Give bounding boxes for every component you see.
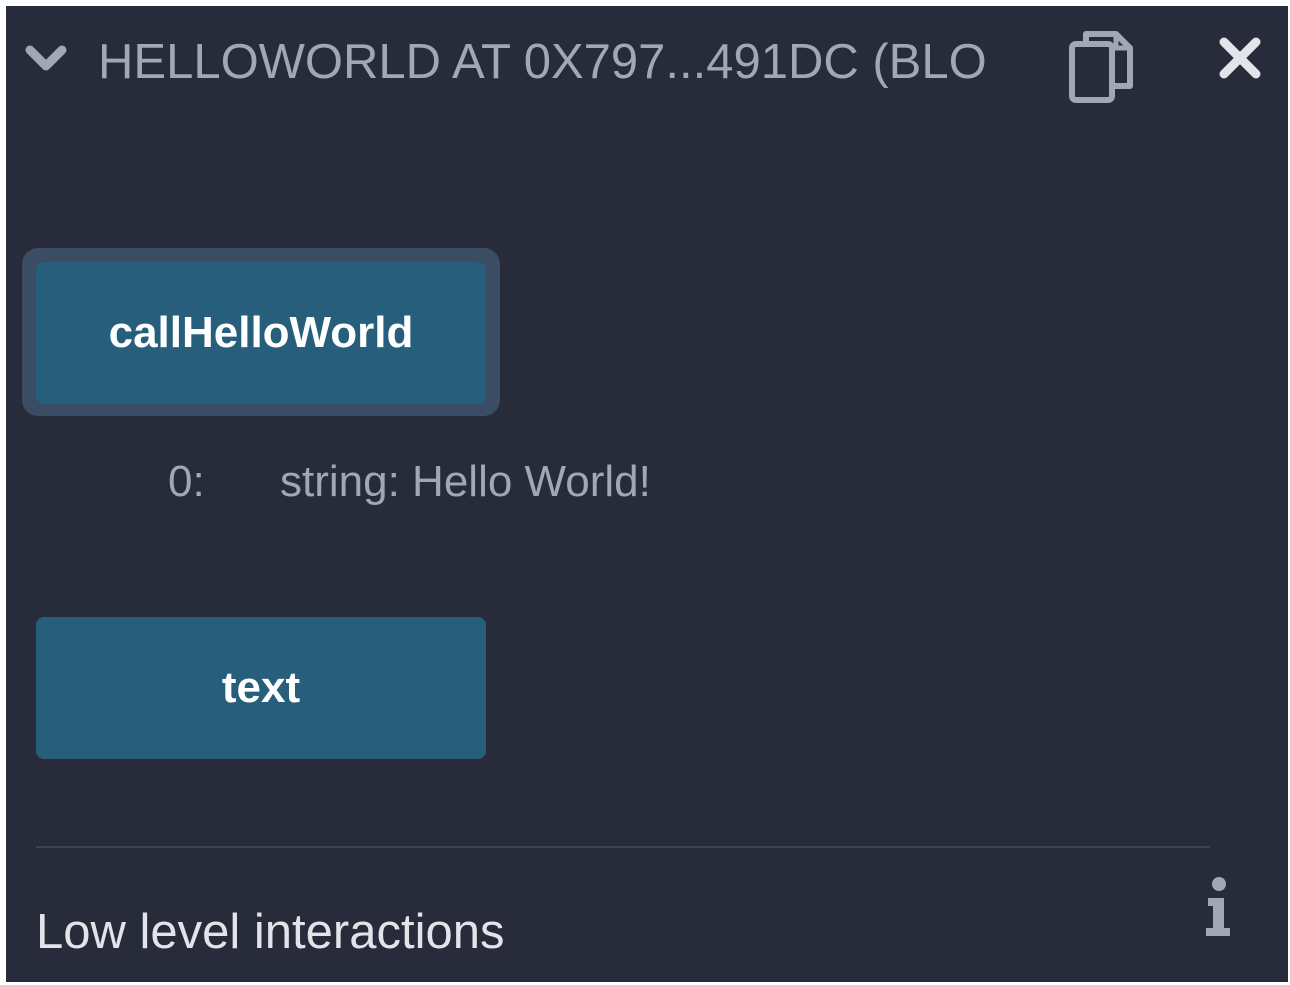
contract-title: HELLOWORLD AT 0X797...491DC (BLO [98, 35, 987, 89]
call-hello-world-button[interactable]: callHelloWorld [36, 262, 486, 404]
contract-header: HELLOWORLD AT 0X797...491DC (BLO [6, 6, 1288, 116]
result-index: 0: [168, 457, 205, 506]
divider [36, 846, 1210, 848]
text-button[interactable]: text [36, 617, 486, 759]
close-icon[interactable] [1218, 36, 1262, 80]
copy-icon[interactable] [1064, 26, 1138, 106]
deployed-contract-panel: HELLOWORLD AT 0X797...491DC (BLO callHel… [6, 6, 1288, 982]
result-value: string: Hello World! [280, 457, 651, 506]
chevron-down-icon[interactable] [24, 40, 68, 80]
low-level-interactions-title: Low level interactions [36, 905, 505, 959]
info-icon[interactable] [1202, 876, 1236, 938]
